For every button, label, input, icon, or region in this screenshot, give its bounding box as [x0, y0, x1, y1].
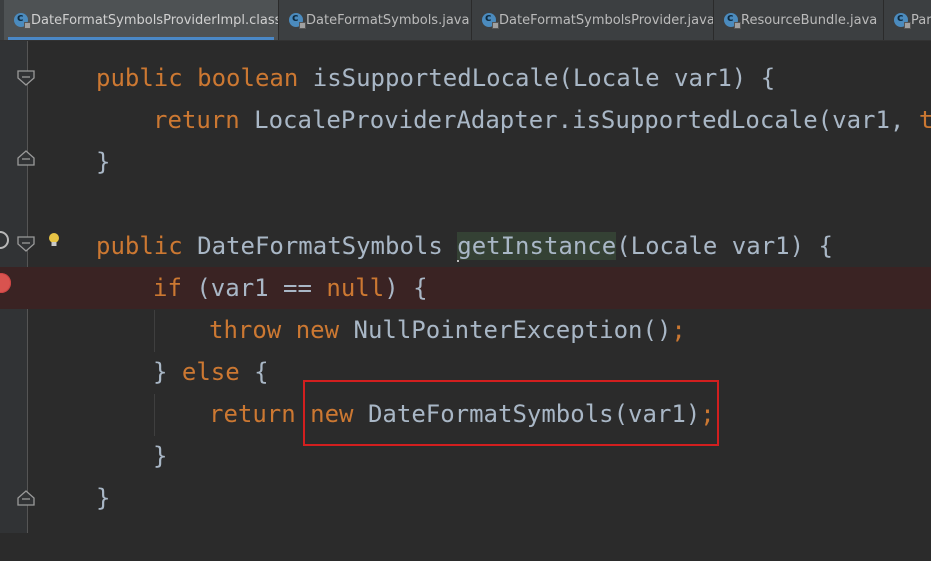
tab-dateformatsymbols[interactable]: DateFormatSymbols.java ×	[279, 0, 472, 40]
code-text: DateFormatSymbols	[182, 232, 458, 260]
code-line[interactable]: throw new NullPointerException();	[0, 309, 931, 351]
keyword: return	[209, 400, 296, 428]
keyword: if	[153, 274, 182, 302]
method-name-highlight[interactable]: getInstance	[457, 232, 617, 260]
keyword: thi	[918, 106, 931, 134]
tab-label: Para	[911, 12, 931, 28]
keyword: boolean	[197, 64, 299, 92]
closing-brace: }	[96, 148, 111, 176]
java-file-icon	[289, 11, 306, 29]
keyword: throw	[209, 316, 282, 344]
code-text: NullPointerException()	[339, 316, 672, 344]
code-text: (Locale var1) {	[616, 232, 833, 260]
class-file-icon	[14, 11, 31, 29]
tab-dateformatsymbolsprovider[interactable]: DateFormatSymbolsProvider.java ×	[472, 0, 714, 40]
tab-dateformatsymbolsproviderimpl[interactable]: DateFormatSymbolsProviderImpl.class ×	[4, 0, 279, 40]
closing-brace: }	[153, 442, 168, 470]
code-text: }	[153, 358, 182, 386]
keyword: null	[326, 274, 385, 302]
tab-label: ResourceBundle.java	[741, 12, 878, 28]
java-file-icon	[482, 11, 499, 29]
code-line[interactable]: if (var1 == null) {	[0, 267, 931, 309]
keyword: else	[181, 358, 240, 386]
keyword: public	[96, 232, 183, 260]
keyword: return	[153, 106, 240, 134]
java-file-icon	[894, 11, 911, 29]
code-text: isSupportedLocale(Locale var1) {	[298, 64, 776, 92]
tab-para[interactable]: Para	[884, 0, 931, 40]
code-line[interactable]: return LocaleProviderAdapter.isSupported…	[0, 99, 931, 141]
code-text: LocaleProviderAdapter.isSupportedLocale(…	[239, 106, 919, 134]
tab-label: DateFormatSymbolsProvider.java	[499, 12, 714, 28]
code-text: (var1 ==	[181, 274, 327, 302]
closing-brace: }	[96, 484, 111, 512]
code-line[interactable]: }	[0, 141, 931, 183]
tab-resourcebundle[interactable]: ResourceBundle.java ×	[714, 0, 884, 40]
annotation-highlight-box	[303, 380, 719, 446]
java-file-icon	[724, 11, 741, 29]
keyword: new	[295, 316, 340, 344]
code-line[interactable]: public DateFormatSymbols getInstance(Loc…	[0, 225, 931, 267]
code-text: {	[239, 358, 269, 386]
code-text: ) {	[384, 274, 428, 302]
keyword: public	[96, 64, 183, 92]
semicolon: ;	[671, 316, 686, 344]
tab-label: DateFormatSymbolsProviderImpl.class	[31, 12, 279, 28]
code-line[interactable]: public boolean isSupportedLocale(Locale …	[0, 57, 931, 99]
tab-label: DateFormatSymbols.java	[306, 12, 470, 28]
editor-tab-bar: DateFormatSymbolsProviderImpl.class × Da…	[0, 0, 931, 41]
code-line[interactable]: }	[0, 477, 931, 519]
